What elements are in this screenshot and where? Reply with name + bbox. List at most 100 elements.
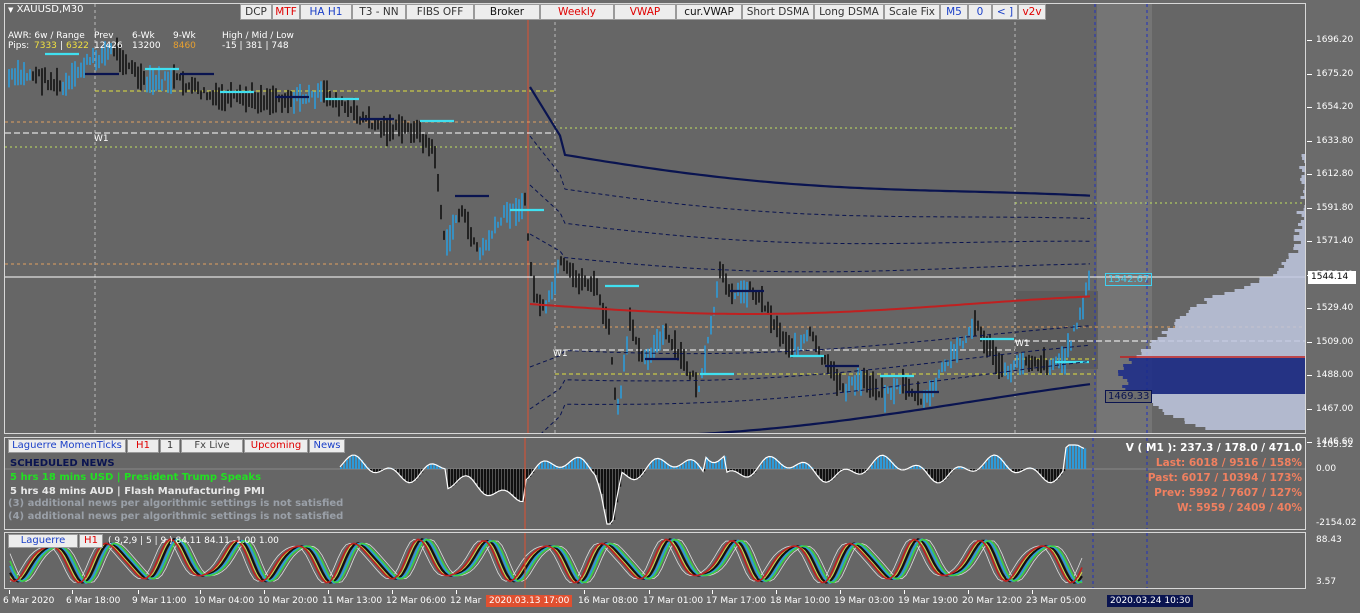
- pips-label: Pips:: [8, 41, 30, 51]
- time-tick: [138, 590, 139, 594]
- time-tick-label: 17 Mar 01:00: [643, 596, 704, 606]
- t3-nn-button[interactable]: T3 - NN: [352, 4, 406, 20]
- volume-profile-bar: [1304, 193, 1305, 196]
- tab-laguerre[interactable]: Laguerre: [8, 534, 78, 548]
- price-tick-label: 1696.20: [1316, 35, 1354, 45]
- volume-profile-bar: [1123, 364, 1305, 367]
- momentum-bar: [718, 461, 721, 469]
- time-tick: [904, 590, 905, 594]
- time-tick-label: 9 Mar 11:00: [132, 596, 187, 606]
- vwap-lower-band: [698, 383, 1091, 433]
- momentum-bar: [877, 457, 880, 469]
- scale-fix-button[interactable]: Scale Fix: [884, 4, 940, 20]
- momentum-bar: [796, 465, 799, 469]
- box-upper-label: 1542.67: [1105, 273, 1153, 286]
- volume-profile-bar: [1300, 178, 1305, 181]
- w1-label-left: W1: [94, 134, 109, 144]
- momentum-bar: [598, 469, 601, 484]
- cur-vwap-button[interactable]: cur.VWAP: [676, 4, 742, 20]
- momentum-bar: [604, 469, 607, 510]
- nav-button[interactable]: < ]: [992, 4, 1018, 20]
- lag-axis-top: 88.43: [1316, 535, 1342, 545]
- pips-sep: |: [60, 41, 64, 51]
- volume-profile-bar: [1122, 385, 1305, 388]
- momentum-bar: [493, 469, 496, 495]
- price-chart-canvas[interactable]: [5, 4, 1306, 434]
- tab-one[interactable]: 1: [160, 439, 180, 453]
- weekly-button[interactable]: Weekly: [540, 4, 614, 20]
- v2v-button[interactable]: v2v: [1018, 4, 1046, 20]
- momentum-bar: [820, 469, 823, 479]
- momentum-bar: [478, 469, 481, 488]
- mom-axis-top: 1105.52: [1316, 440, 1354, 450]
- tab-laguerre-h1[interactable]: H1: [79, 534, 103, 548]
- volume-profile-bar: [1184, 421, 1305, 424]
- collapse-icon[interactable]: ▼: [8, 6, 13, 14]
- momentum-bar: [745, 469, 748, 477]
- short-dsma-button[interactable]: Short DSMA: [742, 4, 814, 20]
- news-item-2: 5 hrs 48 mins AUD | Flash Manufacturing …: [10, 486, 265, 497]
- mtf-button[interactable]: MTF: [272, 4, 300, 20]
- volume-profile-bar: [1140, 349, 1305, 352]
- lag-axis-bottom: 3.57: [1316, 577, 1337, 587]
- momentum-bar: [1039, 469, 1042, 474]
- volume-profile-bar: [1300, 220, 1305, 223]
- volume-profile-bar: [1299, 166, 1305, 169]
- price-tick-label: 1675.20: [1316, 68, 1354, 79]
- volume-profile-bar: [1281, 262, 1305, 265]
- momentum-bar: [631, 469, 634, 479]
- price-tick-label: 1654.20: [1316, 102, 1354, 112]
- time-tick: [1032, 590, 1033, 594]
- volume-profile-bar: [1173, 415, 1305, 418]
- tab-upcoming[interactable]: Upcoming: [244, 439, 308, 453]
- volume-profile-bar: [1127, 379, 1305, 382]
- hml-label: High / Mid / Low: [222, 31, 294, 41]
- volume-profile-bar: [1302, 157, 1305, 160]
- momentum-bar: [937, 469, 940, 483]
- momentum-bar: [595, 469, 598, 476]
- momentum-bar: [481, 469, 484, 492]
- momentum-bar: [940, 469, 943, 483]
- vwap-button[interactable]: VWAP: [614, 4, 676, 20]
- price-tick: [1307, 341, 1312, 343]
- ha-h1-button[interactable]: HA H1: [300, 4, 352, 20]
- time-tick: [328, 590, 329, 594]
- volume-profile-bar: [1250, 283, 1305, 286]
- zero-button[interactable]: 0: [968, 4, 992, 20]
- volume-profile-bar: [1150, 346, 1305, 349]
- momentum-bar: [1048, 469, 1051, 483]
- momentum-bar: [1042, 469, 1045, 478]
- volume-profile-bar: [1184, 418, 1305, 421]
- pips-a: 7333: [34, 41, 57, 51]
- price-tick: [1307, 241, 1312, 242]
- dcp-button[interactable]: DCP: [240, 4, 272, 20]
- volume-profile-bar: [1164, 412, 1305, 415]
- tab-news[interactable]: News: [309, 439, 345, 453]
- volume-profile-bar: [1167, 328, 1305, 331]
- m5-button[interactable]: M5: [940, 4, 968, 20]
- momentum-bar: [769, 456, 772, 469]
- volume-profile-bar: [1118, 373, 1305, 376]
- volume-profile-bar: [1175, 325, 1305, 328]
- broker-button[interactable]: Broker: [474, 4, 540, 20]
- price-chart-pane[interactable]: [4, 3, 1306, 434]
- volume-profile-bar: [1151, 340, 1305, 343]
- volume-profile-bar: [1123, 367, 1305, 370]
- fibs-button[interactable]: FIBS OFF: [406, 4, 474, 20]
- tab-fx-live[interactable]: Fx Live: [181, 439, 243, 453]
- volume-profile-bar: [1186, 313, 1305, 316]
- w1-label-right: W1: [1015, 339, 1030, 349]
- momentum-bar: [601, 469, 604, 494]
- time-tick-label: 20 Mar 12:00: [962, 596, 1023, 606]
- laguerre-params: ( 9,2,9 | 5 | 9 ) 84.11 84.11 -1.00 1.00: [108, 536, 279, 546]
- long-dsma-button[interactable]: Long DSMA: [814, 4, 884, 20]
- tab-laguerre-momenticks[interactable]: Laguerre MomenTicks: [8, 439, 126, 453]
- price-tick-label: 1612.80: [1316, 169, 1354, 179]
- volume-profile-bar: [1145, 400, 1305, 403]
- volume-profile-bar: [1137, 394, 1305, 397]
- momentum-bar: [715, 462, 718, 469]
- momentum-bar: [739, 469, 742, 474]
- volume-profile-bar: [1234, 289, 1305, 292]
- tab-h1[interactable]: H1: [127, 439, 159, 453]
- momentum-bar: [799, 463, 802, 469]
